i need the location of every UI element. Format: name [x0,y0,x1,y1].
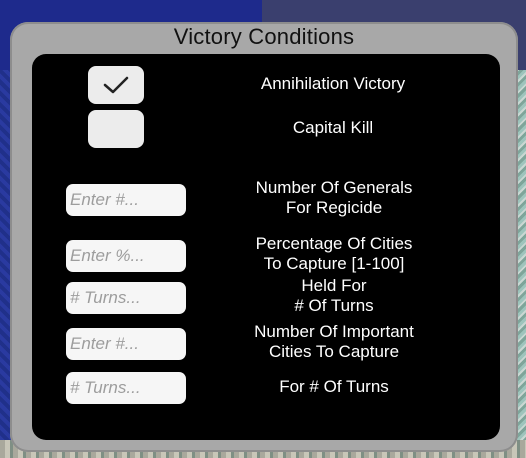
important-turns-input[interactable] [66,372,186,404]
cities-percentage-label: Percentage Of Cities To Capture [1-100] [204,234,464,274]
capital-kill-label: Capital Kill [292,118,374,137]
held-turns-label: Held For # Of Turns [204,276,464,316]
victory-conditions-dialog: Victory Conditions Annihilation Victory … [10,22,518,452]
conditions-panel: Annihilation Victory Capital Kill Number… [32,54,500,440]
held-turns-input[interactable] [66,282,186,314]
cities-percentage-input[interactable] [66,240,186,272]
cities-percentage-label-line2: To Capture [1-100] [263,254,405,273]
held-turns-label-line2: # Of Turns [294,296,374,315]
important-cities-label-line2: Cities To Capture [268,342,400,361]
important-cities-label: Number Of Important Cities To Capture [204,322,464,362]
important-cities-input[interactable] [66,328,186,360]
generals-regicide-label-line2: For Regicide [285,198,383,217]
dialog-title: Victory Conditions [173,24,355,49]
important-cities-row: Number Of Important Cities To Capture [66,322,476,366]
generals-regicide-input[interactable] [66,184,186,216]
important-cities-label-line1: Number Of Important [254,322,414,341]
annihilation-victory-checkbox[interactable] [88,66,144,104]
capital-kill-row: Capital Kill [88,110,468,148]
annihilation-victory-row: Annihilation Victory [88,66,468,104]
held-turns-label-line1: Held For [301,276,367,295]
held-turns-row: Held For # Of Turns [66,276,476,320]
generals-regicide-label-line1: Number Of Generals [255,178,413,197]
cities-percentage-label-line1: Percentage Of Cities [255,234,413,253]
cities-percentage-row: Percentage Of Cities To Capture [1-100] [66,234,476,278]
generals-regicide-row: Number Of Generals For Regicide [66,178,476,222]
annihilation-victory-label: Annihilation Victory [260,74,406,93]
important-turns-row: For # Of Turns [66,366,476,410]
important-turns-label: For # Of Turns [279,377,389,396]
checkmark-icon [103,76,129,94]
capital-kill-checkbox[interactable] [88,110,144,148]
generals-regicide-label: Number Of Generals For Regicide [204,178,464,218]
